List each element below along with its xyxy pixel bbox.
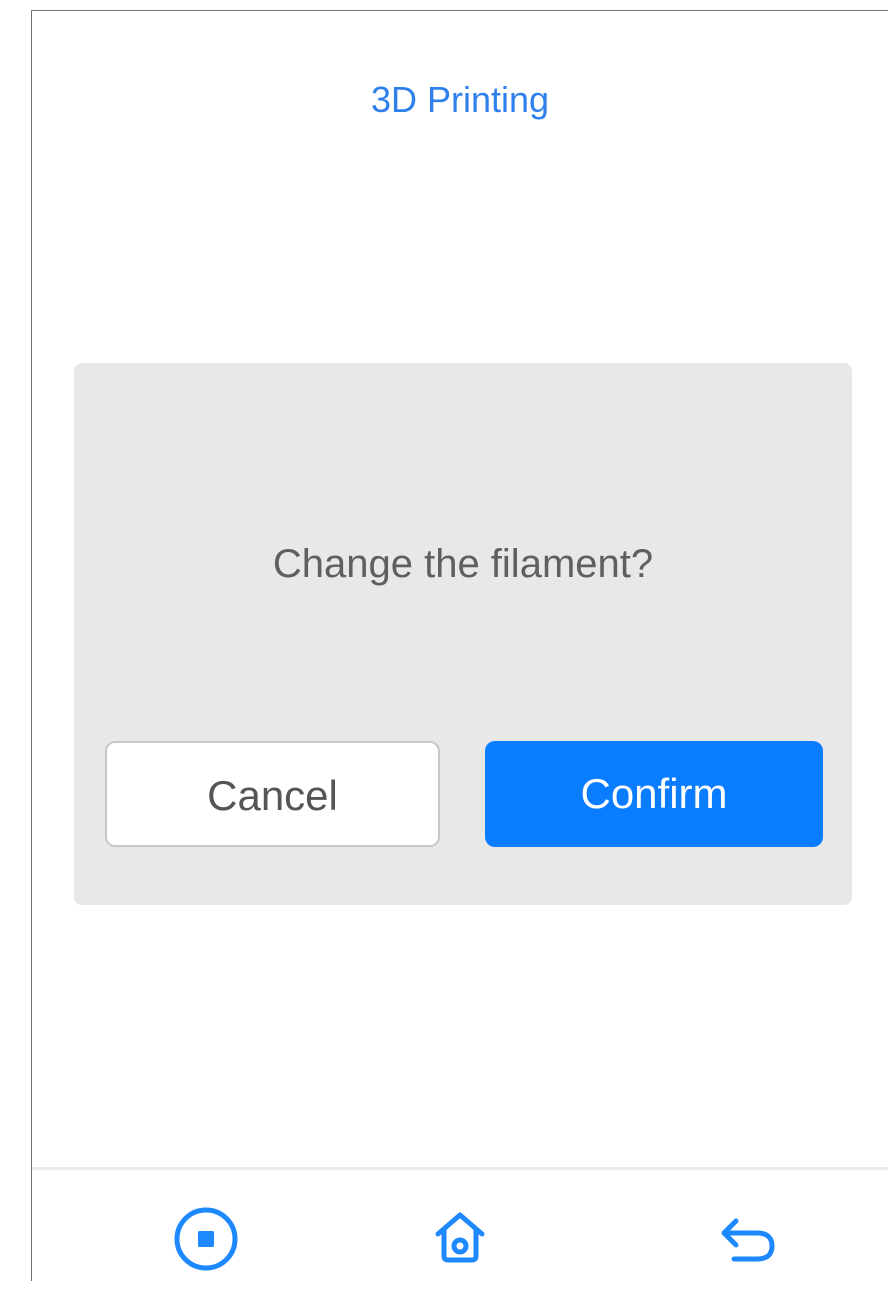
window-top-border	[31, 10, 888, 11]
screen: 3D Printing Change the filament? Cancel …	[0, 0, 888, 1291]
back-icon[interactable]	[714, 1203, 786, 1275]
window-left-border	[31, 10, 32, 1281]
dialog-message: Change the filament?	[272, 542, 654, 586]
home-icon[interactable]	[424, 1203, 496, 1275]
filament-change-dialog: Change the filament? Cancel Confirm	[74, 363, 852, 905]
stop-icon[interactable]	[170, 1203, 242, 1275]
page-title: 3D Printing	[370, 79, 550, 120]
bottom-nav-divider	[32, 1167, 888, 1170]
confirm-button[interactable]: Confirm	[485, 741, 823, 847]
cancel-button[interactable]: Cancel	[105, 741, 440, 847]
